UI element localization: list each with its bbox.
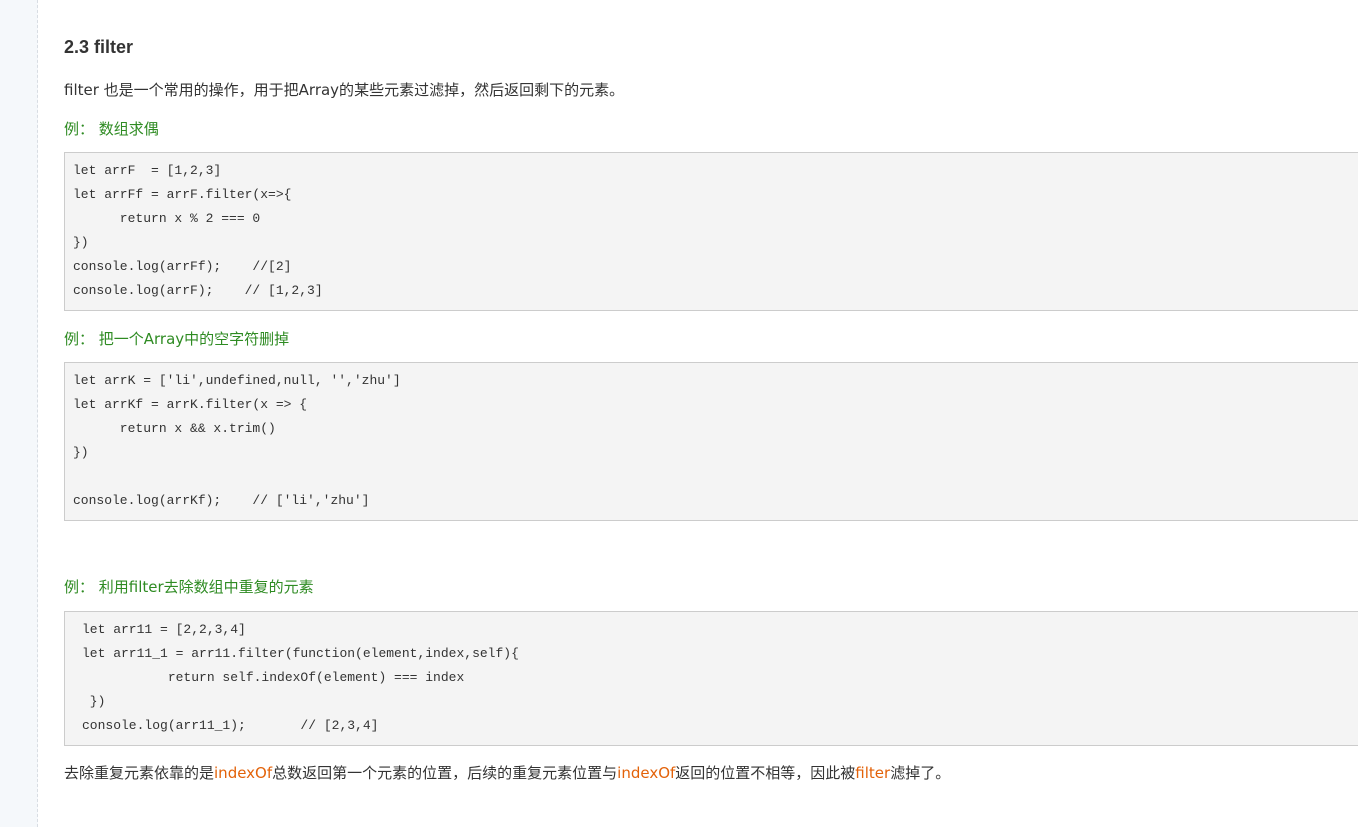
inline-code-indexof: indexOf xyxy=(617,764,676,782)
code-line: }) xyxy=(73,235,89,250)
code-line: return self.indexOf(element) === index xyxy=(82,670,465,685)
code-line: return x % 2 === 0 xyxy=(73,211,261,226)
conclusion-text: 总数返回第一个元素的位置，后续的重复元素位置与 xyxy=(272,764,618,782)
code-line: let arr11 = [2,2,3,4] xyxy=(82,622,246,637)
code-line: let arrKf = arrK.filter(x => { xyxy=(73,397,308,412)
left-gutter xyxy=(0,0,38,827)
code-block-even: let arrF = [1,2,3] let arrFf = arrF.filt… xyxy=(64,152,1358,311)
code-block-dedupe: let arr11 = [2,2,3,4] let arr11_1 = arr1… xyxy=(64,611,1358,746)
code-line: let arr11_1 = arr11.filter(function(elem… xyxy=(82,646,519,661)
intro-paragraph: filter 也是一个常用的操作，用于把Array的某些元素过滤掉，然后返回剩下… xyxy=(64,81,625,99)
code-line: let arrFf = arrF.filter(x=>{ xyxy=(73,187,292,202)
example-label-dedupe: 例： 利用filter去除数组中重复的元素 xyxy=(64,578,314,596)
conclusion-text: 去除重复元素依靠的是 xyxy=(64,764,215,782)
conclusion-text: 滤掉了。 xyxy=(890,764,951,782)
example-label-remove-empty: 例： 把一个Array中的空字符删掉 xyxy=(64,330,290,348)
inline-code-filter: filter xyxy=(855,764,891,782)
code-line: let arrF = [1,2,3] xyxy=(73,163,222,178)
code-line: console.log(arrF); // [1,2,3] xyxy=(73,283,323,298)
code-line: console.log(arrFf); //[2] xyxy=(73,259,292,274)
conclusion-paragraph: 去除重复元素依靠的是indexOf总数返回第一个元素的位置，后续的重复元素位置与… xyxy=(64,762,950,783)
code-block-remove-empty: let arrK = ['li',undefined,null, '','zhu… xyxy=(64,362,1358,521)
code-line: }) xyxy=(73,445,89,460)
code-line: }) xyxy=(82,694,106,709)
article-content: 2.3 filter filter 也是一个常用的操作，用于把Array的某些元… xyxy=(64,0,1358,827)
conclusion-text: 返回的位置不相等，因此被 xyxy=(675,764,856,782)
code-line: return x && x.trim() xyxy=(73,421,276,436)
code-line: let arrK = ['li',undefined,null, '','zhu… xyxy=(73,373,401,388)
code-line: console.log(arr11_1); // [2,3,4] xyxy=(82,718,379,733)
code-line: console.log(arrKf); // ['li','zhu'] xyxy=(73,493,370,508)
section-heading: 2.3 filter xyxy=(64,37,134,57)
example-label-even: 例： 数组求偶 xyxy=(64,120,159,138)
inline-code-indexof: indexOf xyxy=(214,764,273,782)
